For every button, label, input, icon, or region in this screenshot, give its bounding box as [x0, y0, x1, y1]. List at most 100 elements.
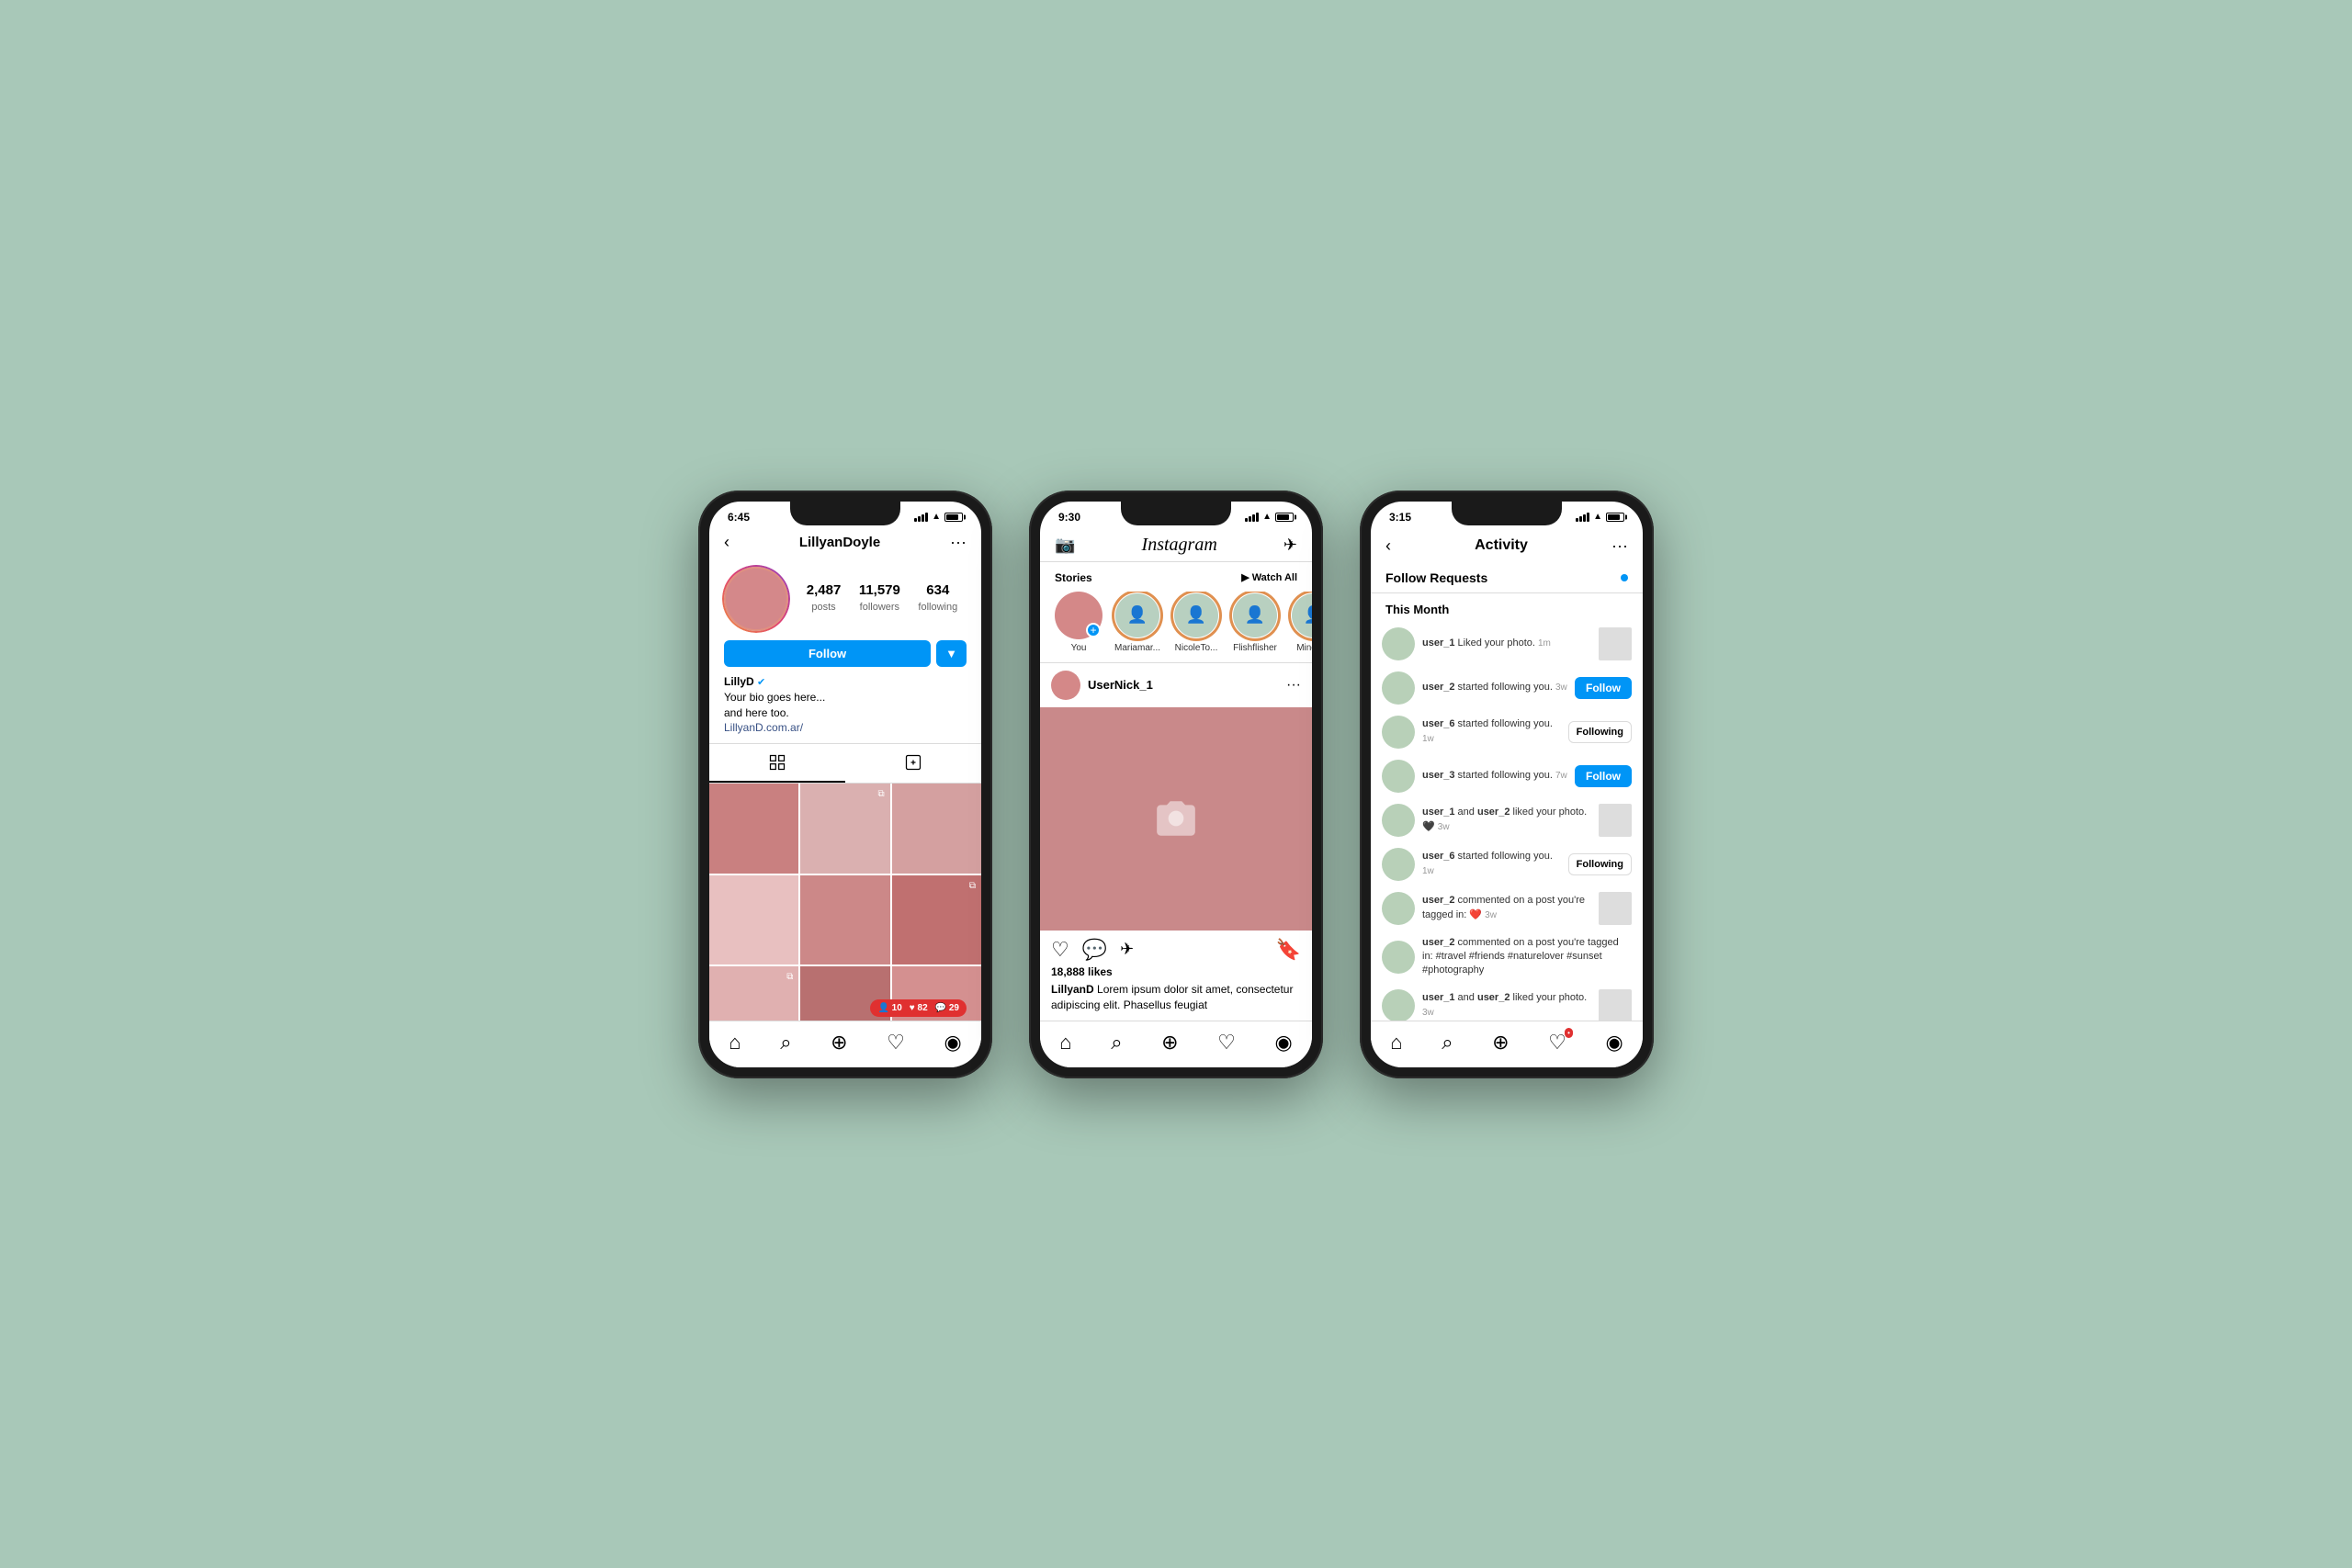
- stat-posts[interactable]: 2,487 posts: [807, 582, 842, 615]
- phone-2: 9:30 ▲ 📷 Instagram: [1029, 491, 1323, 1078]
- share-button[interactable]: ✈: [1120, 940, 1134, 959]
- bio-line2: and here too.: [724, 705, 967, 721]
- grid-cell-1[interactable]: [709, 784, 798, 873]
- tab-tagged[interactable]: [845, 744, 981, 783]
- nav-heart-1[interactable]: ♡: [887, 1031, 905, 1055]
- grid-cell-4[interactable]: [709, 875, 798, 964]
- phone-1-screen: 6:45 ▲ ‹ LillyanDoyle: [709, 502, 981, 1067]
- comment-button[interactable]: 💬: [1082, 938, 1107, 962]
- following-button-2[interactable]: Following: [1568, 721, 1632, 743]
- stories-label: Stories: [1055, 571, 1092, 584]
- nav-search-3[interactable]: ⌕: [1442, 1031, 1453, 1055]
- follow-button[interactable]: Follow: [724, 640, 931, 667]
- activity-thumb-4: [1599, 804, 1632, 837]
- heart-icon-1: ♡: [887, 1031, 905, 1055]
- bio-link[interactable]: LillyanD.com.ar/: [724, 720, 967, 736]
- nav-home-1[interactable]: ⌂: [729, 1031, 741, 1055]
- phone-3: 3:15 ▲ ‹ Activity: [1360, 491, 1654, 1078]
- activity-item-1: user_2 started following you. 3w Follow: [1371, 666, 1643, 710]
- more-button-3[interactable]: ···: [1611, 536, 1628, 556]
- activity-avatar-8: [1382, 989, 1415, 1021]
- story-nicola[interactable]: 👤 NicoleTo...: [1172, 592, 1220, 653]
- following-button-5[interactable]: Following: [1568, 853, 1632, 875]
- follow-requests-section[interactable]: Follow Requests: [1371, 563, 1643, 593]
- story-mariamar[interactable]: 👤 Mariamar...: [1114, 592, 1161, 653]
- profile-stats-row: 2,487 posts 11,579 followers 634 followi…: [709, 559, 981, 640]
- activity-thumb-6: [1599, 892, 1632, 925]
- profile-username-title: LillyanDoyle: [799, 535, 880, 550]
- add-icon-1: ⊕: [831, 1031, 847, 1055]
- signal-icon-1: [914, 513, 928, 522]
- nav-add-1[interactable]: ⊕: [831, 1031, 847, 1055]
- post-avatar[interactable]: [1051, 671, 1080, 700]
- follow-button-1[interactable]: Follow: [1575, 677, 1632, 699]
- activity-user-2: user_6: [1422, 718, 1454, 729]
- stat-followers[interactable]: 11,579 followers: [859, 582, 900, 615]
- save-button[interactable]: 🔖: [1276, 938, 1301, 962]
- story-flish[interactable]: 👤 Flishflisher: [1231, 592, 1279, 653]
- profile-avatar[interactable]: [724, 567, 788, 631]
- status-time-1: 6:45: [728, 511, 750, 524]
- grid-cell-6[interactable]: ⧉: [892, 875, 981, 964]
- nav-profile-2[interactable]: ◉: [1274, 1031, 1292, 1055]
- back-button-1[interactable]: ‹: [724, 533, 729, 552]
- nav-search-2[interactable]: ⌕: [1111, 1031, 1122, 1055]
- wifi-icon-3: ▲: [1593, 512, 1602, 522]
- battery-icon-1: [944, 513, 963, 522]
- posts-label: posts: [811, 602, 835, 613]
- story-name-nicola: NicoleTo...: [1175, 643, 1218, 653]
- grid-cell-3[interactable]: [892, 784, 981, 873]
- plus-badge: +: [1086, 623, 1101, 637]
- activity-text-4: user_1 and user_2 liked your photo. 🖤 3w: [1422, 806, 1591, 834]
- followers-label: followers: [860, 602, 899, 613]
- nav-profile-1[interactable]: ◉: [944, 1031, 961, 1055]
- camera-icon[interactable]: 📷: [1055, 536, 1075, 555]
- phone-3-screen: 3:15 ▲ ‹ Activity: [1371, 502, 1643, 1067]
- instagram-logo: Instagram: [1142, 535, 1217, 556]
- nav-heart-3[interactable]: ♡ •: [1548, 1031, 1566, 1055]
- nav-heart-2[interactable]: ♡: [1217, 1031, 1236, 1055]
- stat-following[interactable]: 634 following: [918, 582, 957, 615]
- activity-avatar-2: [1382, 716, 1415, 749]
- grid-cell-2[interactable]: ⧉: [800, 784, 889, 873]
- activity-avatar-3: [1382, 760, 1415, 793]
- grid-cell-7[interactable]: ⧉: [709, 966, 798, 1021]
- nav-search-1[interactable]: ⌕: [780, 1031, 791, 1055]
- post-likes: 18,888 likes: [1040, 965, 1312, 982]
- bio-line1: Your bio goes here...: [724, 690, 967, 705]
- nav-profile-3[interactable]: ◉: [1605, 1031, 1623, 1055]
- activity-text-2: user_6 started following you. 1w: [1422, 717, 1561, 746]
- like-button[interactable]: ♡: [1051, 938, 1069, 962]
- activity-item-6: user_2 commented on a post you're tagged…: [1371, 886, 1643, 931]
- send-icon[interactable]: ✈: [1283, 536, 1297, 555]
- activity-user-1: user_2: [1422, 682, 1454, 693]
- tab-grid[interactable]: [709, 744, 845, 783]
- dropdown-button[interactable]: ▼: [936, 640, 967, 667]
- nav-add-2[interactable]: ⊕: [1161, 1031, 1178, 1055]
- activity-item-5: user_6 started following you. 1w Followi…: [1371, 842, 1643, 886]
- post-more-button[interactable]: ···: [1286, 677, 1301, 694]
- story-you[interactable]: + You: [1055, 592, 1102, 653]
- status-icons-3: ▲: [1576, 512, 1624, 522]
- grid-cell-5[interactable]: [800, 875, 889, 964]
- posts-count: 2,487: [807, 582, 842, 598]
- activity-text-1: user_2 started following you. 3w: [1422, 681, 1567, 694]
- search-icon-1: ⌕: [780, 1031, 791, 1055]
- activity-action-1: started following you.: [1458, 682, 1555, 693]
- notch-2: [1121, 502, 1231, 525]
- nav-home-3[interactable]: ⌂: [1390, 1031, 1402, 1055]
- add-icon-2: ⊕: [1161, 1031, 1178, 1055]
- follow-button-3[interactable]: Follow: [1575, 765, 1632, 787]
- post-action-left: ♡ 💬 ✈: [1051, 938, 1134, 962]
- more-button-1[interactable]: ···: [950, 533, 967, 552]
- nav-home-2[interactable]: ⌂: [1059, 1031, 1071, 1055]
- stories-section: Stories ▶ Watch All + You 👤 Mariamar...: [1040, 562, 1312, 663]
- back-button-3[interactable]: ‹: [1385, 536, 1391, 556]
- activity-avatar-1: [1382, 671, 1415, 705]
- activity-action-2: started following you.: [1458, 718, 1553, 729]
- activity-user-7: user_2: [1422, 937, 1454, 948]
- story-minery[interactable]: 👤 Minery...: [1290, 592, 1312, 653]
- watch-all-button[interactable]: ▶ Watch All: [1241, 571, 1297, 583]
- story-name-mariamar: Mariamar...: [1114, 643, 1160, 653]
- nav-add-3[interactable]: ⊕: [1492, 1031, 1509, 1055]
